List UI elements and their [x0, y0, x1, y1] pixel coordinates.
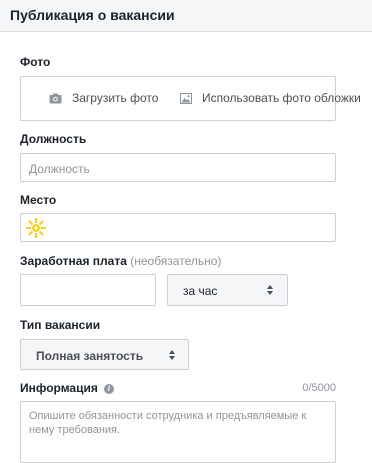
job-type-value: Полная занятость — [36, 349, 144, 363]
job-type-select[interactable]: Полная занятость — [20, 339, 189, 370]
location-marker-icon — [26, 218, 46, 238]
position-input[interactable]: Должность — [20, 153, 336, 182]
info-char-counter: 0/5000 — [302, 382, 336, 394]
photo-label: Фото — [20, 55, 51, 69]
salary-input[interactable] — [20, 274, 156, 306]
salary-period-value: за час — [183, 284, 218, 298]
location-label: Место — [20, 193, 57, 207]
image-icon — [180, 92, 192, 104]
salary-optional-text: (необязательно) — [130, 254, 222, 268]
salary-label: Заработная плата (необязательно) — [20, 254, 221, 268]
info-icon[interactable]: i — [103, 384, 114, 394]
salary-label-text: Заработная плата — [20, 254, 127, 268]
info-textarea[interactable]: Опишите обязанности сотрудника и предъяв… — [20, 401, 336, 463]
select-arrows-icon — [169, 350, 175, 362]
photo-box: Загрузить фото Использовать фото обложки — [20, 76, 361, 121]
info-placeholder: Опишите обязанности сотрудника и предъяв… — [29, 410, 307, 436]
job-type-label: Тип вакансии — [20, 318, 101, 332]
camera-icon — [49, 93, 62, 103]
upload-photo-label: Загрузить фото — [72, 91, 159, 105]
dialog-header: Публикация о вакансии — [0, 0, 372, 32]
salary-period-select[interactable]: за час — [167, 274, 288, 306]
select-arrows-icon — [267, 285, 273, 297]
use-cover-photo-button[interactable]: Использовать фото обложки — [180, 91, 361, 105]
upload-photo-button[interactable]: Загрузить фото — [49, 91, 158, 105]
location-input[interactable] — [20, 213, 336, 242]
use-cover-photo-label: Использовать фото обложки — [202, 91, 361, 105]
dialog-title: Публикация о вакансии — [10, 7, 175, 23]
position-placeholder: Должность — [29, 162, 90, 176]
position-label: Должность — [20, 132, 87, 146]
info-label-text: Информация — [20, 381, 98, 395]
info-label: Информация i — [20, 381, 114, 395]
